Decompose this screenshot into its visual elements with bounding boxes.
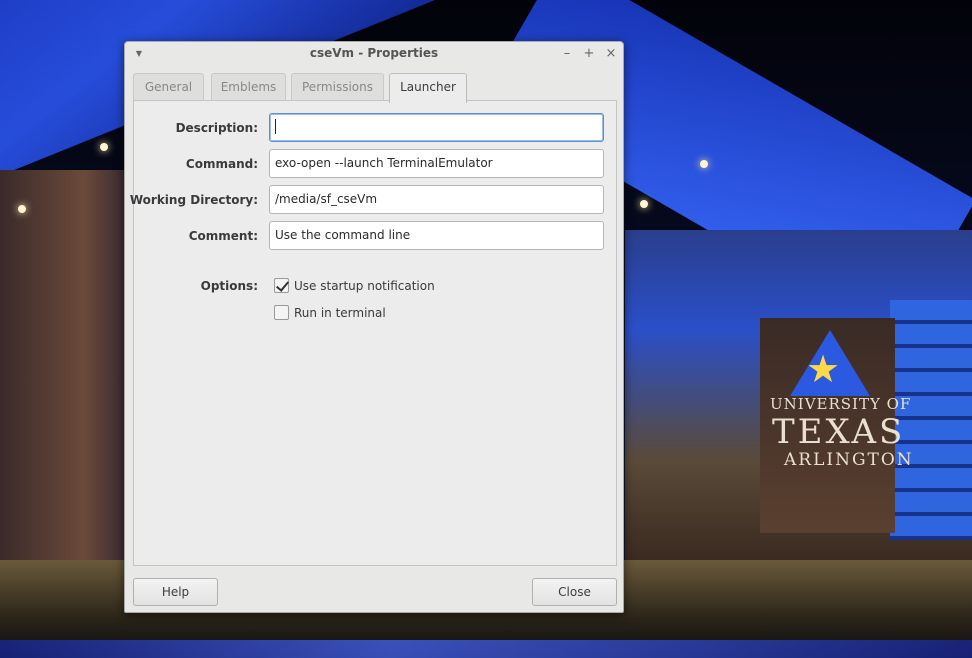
properties-dialog: ▼ cseVm - Properties – + × General Emble… bbox=[124, 41, 624, 613]
minimize-icon[interactable]: – bbox=[559, 46, 575, 62]
close-button[interactable]: Close bbox=[532, 578, 617, 606]
wallpaper-building bbox=[0, 170, 140, 610]
wallpaper-light-icon bbox=[640, 200, 648, 208]
comment-label: Comment: bbox=[188, 229, 258, 243]
command-field[interactable]: exo-open --launch TerminalEmulator bbox=[269, 149, 604, 178]
comment-field[interactable]: Use the command line bbox=[269, 221, 604, 250]
launcher-panel: Description: Command: exo-open --launch … bbox=[129, 100, 617, 566]
wallpaper-sign-text: TEXAS bbox=[772, 412, 906, 452]
working-directory-label: Working Directory: bbox=[129, 193, 258, 207]
run-in-terminal-label[interactable]: Run in terminal bbox=[294, 306, 386, 320]
working-directory-field[interactable]: /media/sf_cseVm bbox=[269, 185, 604, 214]
command-label: Command: bbox=[185, 157, 258, 171]
help-button[interactable]: Help bbox=[133, 578, 218, 606]
description-label: Description: bbox=[175, 121, 258, 135]
startup-notification-checkbox[interactable] bbox=[274, 278, 289, 293]
wallpaper-ground-light bbox=[0, 640, 972, 658]
wallpaper-sign-text: ARLINGTON bbox=[784, 450, 914, 470]
startup-notification-label[interactable]: Use startup notification bbox=[294, 279, 435, 293]
tab-launcher[interactable]: Launcher bbox=[389, 73, 467, 103]
maximize-icon[interactable]: + bbox=[581, 46, 597, 62]
tab-emblems[interactable]: Emblems bbox=[211, 73, 286, 100]
run-in-terminal-checkbox[interactable] bbox=[274, 305, 289, 320]
tab-general[interactable]: General bbox=[133, 73, 204, 100]
window-title: cseVm - Properties bbox=[309, 46, 439, 60]
description-field[interactable] bbox=[269, 113, 604, 142]
text-caret bbox=[275, 119, 276, 134]
tab-permissions[interactable]: Permissions bbox=[291, 73, 384, 100]
close-icon[interactable]: × bbox=[603, 46, 619, 62]
options-label: Options: bbox=[200, 279, 258, 293]
title-bar[interactable]: ▼ cseVm - Properties – + × bbox=[125, 42, 623, 66]
star-icon: ★ bbox=[806, 347, 841, 391]
wallpaper-light-icon bbox=[100, 143, 108, 151]
wallpaper-sign-text: UNIVERSITY OF bbox=[770, 395, 912, 413]
wallpaper-light-icon bbox=[18, 205, 26, 213]
wallpaper-light-icon bbox=[700, 160, 708, 168]
